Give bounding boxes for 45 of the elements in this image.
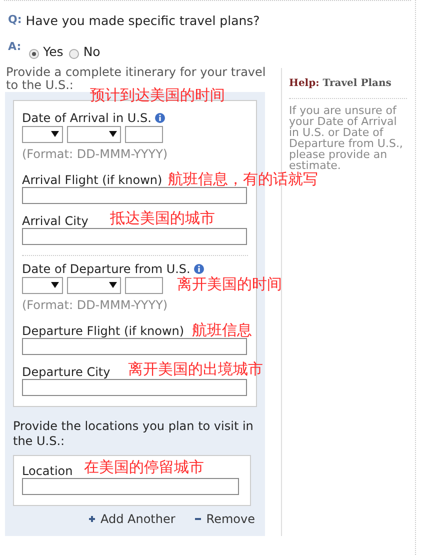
text-field[interactable]	[22, 338, 247, 354]
help-text: If you are unsure of your Date of Arrival in U.S. or Date of Departure from U.S., please provide an estimate.	[289, 104, 404, 170]
text-field[interactable]	[22, 378, 247, 396]
help-title: Help: Travel Plans	[289, 78, 392, 88]
radio-label[interactable]: No	[83, 42, 100, 62]
dropdown[interactable]	[22, 276, 63, 294]
annotation-text: 抵达美国的城市	[110, 210, 215, 226]
annotation-text: 在美国的停留城市	[84, 458, 204, 474]
remove-link[interactable]: Remove	[195, 510, 255, 528]
dropdown[interactable]	[67, 276, 121, 294]
dropdown[interactable]	[67, 126, 121, 142]
answer-marker: A:	[8, 38, 22, 55]
question-marker: Q:	[8, 12, 22, 28]
caret-icon	[109, 131, 117, 137]
field-label: Departure Flight (if known)	[22, 324, 184, 338]
field-label: Arrival Flight (if known)	[22, 172, 162, 186]
field-label: Date of Arrival in U.S.	[22, 110, 152, 124]
annotation-text: 离开美国的出境城市	[128, 360, 263, 376]
info-icon[interactable]	[155, 112, 166, 122]
radio-label[interactable]: Yes	[43, 42, 64, 62]
annotation-text: 离开美国的时间	[177, 276, 282, 292]
text-field[interactable]	[22, 228, 247, 244]
radio-button[interactable]	[69, 48, 80, 59]
text-field[interactable]	[22, 478, 239, 494]
dropdown[interactable]	[22, 126, 63, 142]
field-label: Date of Departure from U.S.	[22, 262, 190, 276]
add-link[interactable]: Add Another	[89, 510, 176, 528]
plus-icon	[89, 516, 96, 522]
section-title: Provide the locations you plan to visit in the U.S.:	[13, 418, 254, 448]
info-icon[interactable]	[194, 264, 204, 274]
format-hint: (Format: DD-MMM-YYYY)	[22, 296, 169, 314]
caret-icon	[109, 282, 117, 288]
field-label: Location	[22, 464, 73, 478]
caret-icon	[51, 131, 59, 137]
year-field[interactable]	[125, 276, 163, 294]
field-label: Departure City	[22, 364, 110, 378]
annotation-text: 航班信息	[192, 322, 252, 338]
radio-button[interactable]	[29, 48, 40, 59]
question-text: Have you made specific travel plans?	[26, 12, 260, 30]
text-field[interactable]	[22, 186, 247, 204]
format-hint: (Format: DD-MMM-YYYY)	[22, 146, 169, 162]
year-field[interactable]	[125, 126, 163, 142]
caret-icon	[51, 282, 59, 288]
annotation-text: 航班信息，有的话就写	[168, 170, 318, 186]
field-label: Arrival City	[22, 214, 88, 228]
